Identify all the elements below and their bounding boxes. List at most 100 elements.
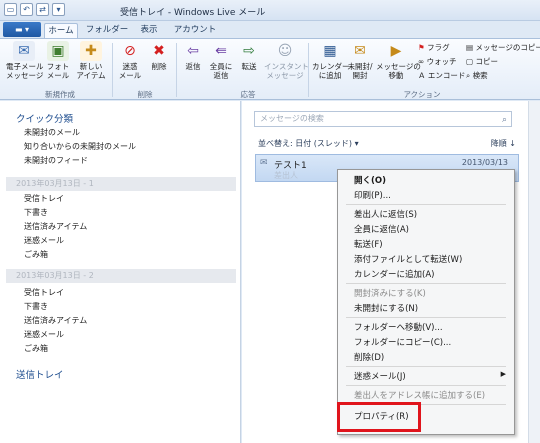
search-button[interactable]: ⌕ 検索 [466, 71, 488, 81]
menu-item-add-calendar[interactable]: カレンダーに追加(A) [354, 268, 434, 280]
tab-view[interactable]: 表示 [134, 23, 164, 38]
account-header[interactable]: 2013年03月13日 - 1 [6, 177, 236, 191]
folder-pane: クイック分類 未開封のメール 知り合いからの未開封のメール 未開封のフィード 2… [0, 101, 241, 443]
divider [112, 43, 113, 97]
group-delete-label: 削除 [137, 90, 153, 99]
reply-all-button[interactable]: ⇚ 全員に 返信 [208, 41, 234, 80]
menu-separator [346, 366, 506, 367]
folder-item[interactable]: 受信トレイ [24, 193, 64, 204]
encoding-icon: Ａ [418, 71, 426, 80]
folder-item[interactable]: 未開封のメール [24, 127, 80, 138]
sort-bar: 並べ替え: 日付 (スレッド) ▾ 降順 ↓ [258, 138, 522, 149]
new-item-icon: ✚ [80, 41, 102, 61]
menu-item-forward-attachment[interactable]: 添付ファイルとして転送(W) [354, 253, 462, 265]
junk-button[interactable]: ⊘ 迷惑 メール [116, 41, 144, 80]
new-icon[interactable]: ▭ [4, 3, 17, 16]
copy-button[interactable]: ▢ コピー [466, 57, 498, 67]
unread-read-button[interactable]: ✉ 未開封/ 開封 [346, 41, 374, 80]
folder-item[interactable]: 受信トレイ [24, 287, 64, 298]
instant-message-button[interactable]: ☺ インスタント メッセージ [264, 41, 309, 80]
watch-button[interactable]: ∞ ウォッチ [418, 57, 457, 67]
delete-icon: ✖ [153, 43, 165, 59]
outbox-folder[interactable]: 送信トレイ [16, 367, 64, 381]
menu-item-reply-all[interactable]: 全員に返信(A) [354, 223, 409, 235]
reply-button[interactable]: ⇦ 返信 [180, 41, 206, 71]
menu-item-junk[interactable]: 迷惑メール(J) [354, 370, 406, 382]
ribbon-tabs: ▬ ▾ ホーム フォルダー 表示 アカウント [0, 21, 540, 38]
group-new-label: 新規作成 [45, 90, 75, 99]
vertical-scrollbar[interactable] [528, 101, 540, 443]
window-title: 受信トレイ - Windows Live メール [120, 8, 266, 18]
folder-item[interactable]: 下書き [24, 301, 48, 312]
reply-all-icon: ⇚ [215, 43, 227, 59]
menu-separator [346, 317, 506, 318]
search-icon[interactable]: ⌕ [502, 113, 507, 127]
sort-order-toggle[interactable]: 降順 ↓ [491, 138, 516, 149]
search-input[interactable]: メッセージの検索 ⌕ [254, 111, 512, 127]
menu-item-mark-read: 開封済みにする(K) [354, 289, 426, 299]
copy-message-button[interactable]: ▤ メッセージのコピー [466, 43, 540, 53]
photo-email-button[interactable]: ▣ フォト メール [46, 41, 70, 80]
search-icon: ⌕ [466, 71, 471, 80]
folder-item[interactable]: 未開封のフィード [24, 155, 88, 166]
forward-button[interactable]: ⇨ 転送 [236, 41, 262, 71]
flag-icon: ⚑ [418, 43, 425, 52]
group-reply-label: 応答 [240, 90, 256, 99]
context-menu: 開く(O) 印刷(P)... 差出人に返信(S) 全員に返信(A) 転送(F) … [337, 169, 515, 435]
move-message-button[interactable]: ▶ メッセージの 移動 [376, 41, 421, 80]
envelope-icon: ✉ [260, 158, 268, 168]
folder-item[interactable]: ごみ箱 [24, 343, 48, 354]
messenger-icon: ☺ [277, 43, 293, 59]
calendar-icon: ▦ [323, 43, 337, 59]
folder-item[interactable]: 送信済みアイテム [24, 221, 87, 232]
tab-home[interactable]: ホーム [44, 23, 78, 38]
copy-icon: ▢ [466, 57, 474, 66]
glasses-icon: ∞ [418, 57, 425, 66]
folder-item[interactable]: 迷惑メール [24, 235, 64, 246]
email-icon: ✉ [13, 41, 35, 61]
menu-item-move-folder[interactable]: フォルダーへ移動(V)... [354, 321, 443, 333]
forward-icon: ⇨ [243, 43, 255, 59]
add-to-calendar-button[interactable]: ▦ カレンダー に追加 [312, 41, 350, 80]
envelope-open-icon: ✉ [354, 43, 366, 59]
message-date: 2013/03/13 [461, 158, 508, 167]
sort-dropdown[interactable]: 並べ替え: 日付 (スレッド) ▾ [258, 139, 359, 148]
new-email-button[interactable]: ✉ 電子メール メッセージ [6, 41, 44, 80]
delete-button[interactable]: ✖ 削除 [146, 41, 172, 71]
photo-icon: ▣ [47, 41, 69, 61]
reply-arrow-icon: ⇦ [187, 43, 199, 59]
divider [308, 43, 309, 97]
menu-item-forward[interactable]: 転送(F) [354, 238, 383, 250]
menu-item-print[interactable]: 印刷(P)... [354, 189, 391, 201]
menu-separator [346, 385, 506, 386]
menu-item-delete[interactable]: 削除(D) [354, 351, 384, 363]
account-header[interactable]: 2013年03月13日 - 2 [6, 269, 236, 283]
folder-item[interactable]: 送信済みアイテム [24, 315, 87, 326]
menu-item-mark-unread[interactable]: 未開封にする(N) [354, 302, 418, 314]
menu-separator [346, 283, 506, 284]
flag-button[interactable]: ⚑ フラグ [418, 43, 450, 53]
quick-access-toolbar: ▭ ↶ ⇄ ▾ [4, 3, 65, 16]
folder-item[interactable]: 下書き [24, 207, 48, 218]
tab-account[interactable]: アカウント [170, 23, 220, 38]
send-receive-icon[interactable]: ⇄ [36, 3, 49, 16]
title-bar: ▭ ↶ ⇄ ▾ 受信トレイ - Windows Live メール [0, 0, 540, 21]
customize-icon[interactable]: ▾ [52, 3, 65, 16]
folder-item[interactable]: 知り合いからの未開封のメール [24, 141, 136, 152]
copy-message-icon: ▤ [466, 43, 474, 52]
new-item-button[interactable]: ✚ 新しい アイテム [74, 41, 108, 80]
submenu-arrow-icon: ▶ [500, 370, 506, 378]
highlight-box [337, 402, 421, 432]
menu-item-reply[interactable]: 差出人に返信(S) [354, 208, 417, 220]
menu-separator [346, 204, 506, 205]
reply-icon[interactable]: ↶ [20, 3, 33, 16]
quick-views-title[interactable]: クイック分類 [16, 111, 73, 125]
encoding-button[interactable]: Ａ エンコード [418, 71, 465, 81]
menu-item-open[interactable]: 開く(O) [354, 174, 386, 186]
menu-item-copy-folder[interactable]: フォルダーにコピー(C)... [354, 336, 451, 348]
folder-item[interactable]: 迷惑メール [24, 329, 64, 340]
app-menu-button[interactable]: ▬ ▾ [3, 22, 41, 37]
tab-folder[interactable]: フォルダー [82, 23, 132, 38]
folder-move-icon: ▶ [390, 43, 402, 59]
folder-item[interactable]: ごみ箱 [24, 249, 48, 260]
